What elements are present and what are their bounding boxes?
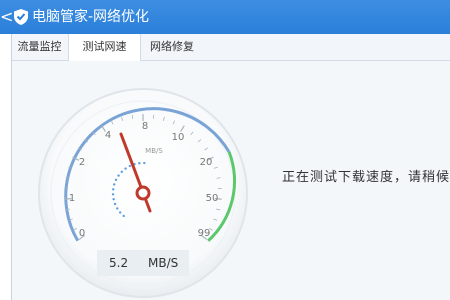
gauge-dot [112,188,115,191]
tick-label-0: 0 [79,228,85,239]
gauge-dot [138,162,141,165]
gauge-dot [122,214,125,218]
gauge-dot [111,193,115,196]
speed-gauge: 0 1 2 4 8 10 20 50 99 MB/S [38,88,248,298]
status-text: 正在测试下载速度，请稍候... [282,170,450,185]
gauge-dot [113,183,116,186]
tick-label-2: 2 [79,157,85,168]
needle-hub [135,185,151,201]
gauge-dot [116,207,119,210]
tick-label-4: 4 [105,130,111,141]
speed-value: 5.2 [109,256,129,270]
tick-label-8: 8 [142,121,148,132]
gauge-dot [120,170,123,173]
tick-label-1: 1 [69,193,75,204]
gauge-dot [112,198,115,201]
speed-unit: MB/S [148,256,179,270]
tick-label-20: 20 [200,157,213,168]
gauge-unit-label: MB/S [145,147,163,155]
tick-label-50: 50 [206,193,219,204]
tick-label-10: 10 [172,132,185,143]
gauge-dot [114,178,118,182]
gauge-dot [117,174,120,177]
gauge-tick [152,114,155,119]
gauge-dot [143,161,146,165]
gauge-dot [128,164,132,168]
gauge-dot [124,167,127,170]
gauge-tick [131,114,134,119]
gauge-dot [118,211,122,214]
gauge-dot [113,202,117,206]
tick-label-99: 99 [198,228,211,239]
